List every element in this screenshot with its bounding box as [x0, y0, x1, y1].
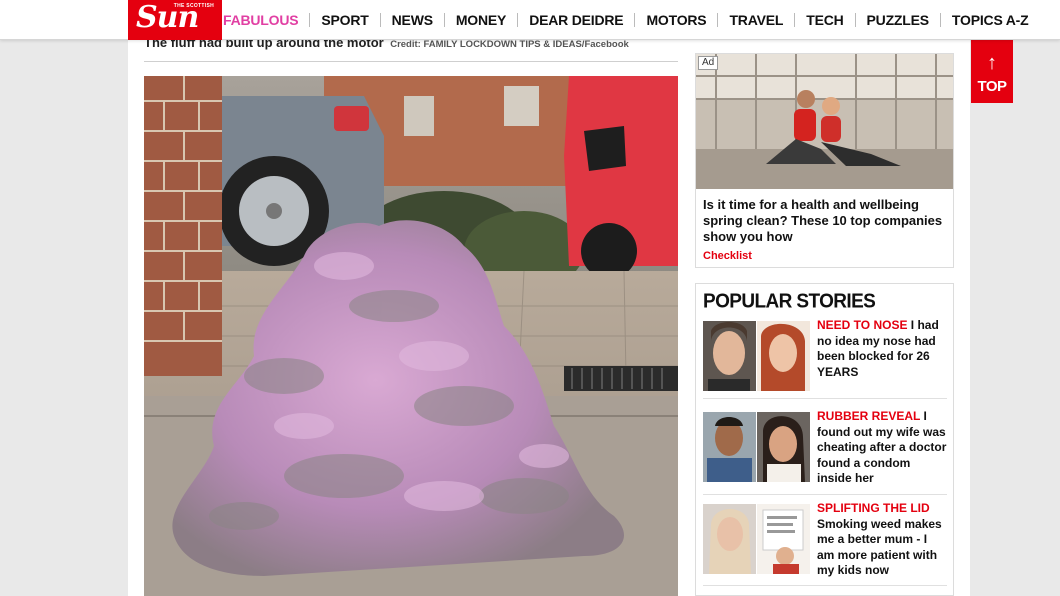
ad-title[interactable]: Is it time for a health and wellbeing sp… — [696, 189, 953, 245]
nav-link-money[interactable]: MONEY — [445, 13, 519, 27]
nav-link-sport[interactable]: SPORT — [310, 13, 381, 27]
story-3-thumbnail[interactable] — [703, 504, 810, 574]
logo-text: Sun — [136, 0, 199, 35]
story-3-headline: Smoking weed makes me a better mum - I a… — [817, 516, 942, 578]
popular-story-3[interactable]: SPLIFTING THE LID Smoking weed makes me … — [703, 501, 947, 586]
nav-link-motors[interactable]: MOTORS — [635, 13, 719, 27]
nav-link-fabulous[interactable]: FABULOUS — [222, 13, 311, 27]
nav-link-topics-a-z[interactable]: TOPICS A-Z — [941, 13, 1040, 27]
back-to-top-button[interactable]: ↑ TOP — [971, 40, 1013, 103]
story-3-kicker: SPLIFTING THE LID — [817, 501, 930, 515]
caption-credit: Credit: FAMILY LOCKDOWN TIPS & IDEAS/Fac… — [390, 39, 629, 50]
popular-story-2[interactable]: RUBBER REVEAL I found out my wife was ch… — [703, 409, 947, 495]
story-1-thumbnail[interactable] — [703, 321, 810, 391]
photo-illustration — [144, 76, 678, 596]
nav-link-puzzles[interactable]: PUZZLES — [856, 13, 941, 27]
top-label: TOP — [977, 78, 1007, 95]
popular-story-1[interactable]: NEED TO NOSE I had no idea my nose had b… — [703, 318, 947, 399]
nav-link-dear-deidre[interactable]: DEAR DEIDRE — [518, 13, 636, 27]
nav-link-tech[interactable]: TECH — [795, 13, 856, 27]
nav-links: FABULOUS SPORT NEWS MONEY DEAR DEIDRE MO… — [222, 0, 1039, 40]
nav-link-news[interactable]: NEWS — [381, 13, 445, 27]
article-photo-lint-pile — [144, 76, 678, 596]
ad-badge: Ad — [698, 56, 719, 70]
story-2-text[interactable]: RUBBER REVEAL I found out my wife was ch… — [817, 409, 947, 487]
ad-source[interactable]: Checklist — [696, 245, 953, 262]
ad-image-fitness-couple: Ad — [696, 54, 953, 189]
story-2-kicker: RUBBER REVEAL — [817, 409, 924, 423]
story-1-text[interactable]: NEED TO NOSE I had no idea my nose had b… — [817, 318, 947, 380]
popular-stories-heading: POPULAR STORIES — [703, 290, 876, 313]
arrow-up-icon: ↑ — [987, 52, 997, 74]
story-2-thumbnail[interactable] — [703, 412, 810, 482]
story-3-text[interactable]: SPLIFTING THE LID Smoking weed makes me … — [817, 501, 947, 579]
top-nav-bar: THE SCOTTISH Sun FABULOUS SPORT NEWS MON… — [0, 0, 1060, 40]
nav-link-travel[interactable]: TRAVEL — [718, 13, 796, 27]
sponsored-ad-card[interactable]: Ad Is it time for a health and wellbeing… — [695, 53, 954, 268]
popular-stories-widget: POPULAR STORIES NEED TO NOSE I had no id… — [695, 283, 954, 596]
story-1-kicker: NEED TO NOSE — [817, 318, 911, 332]
the-scottish-sun-logo[interactable]: THE SCOTTISH Sun — [128, 0, 222, 40]
